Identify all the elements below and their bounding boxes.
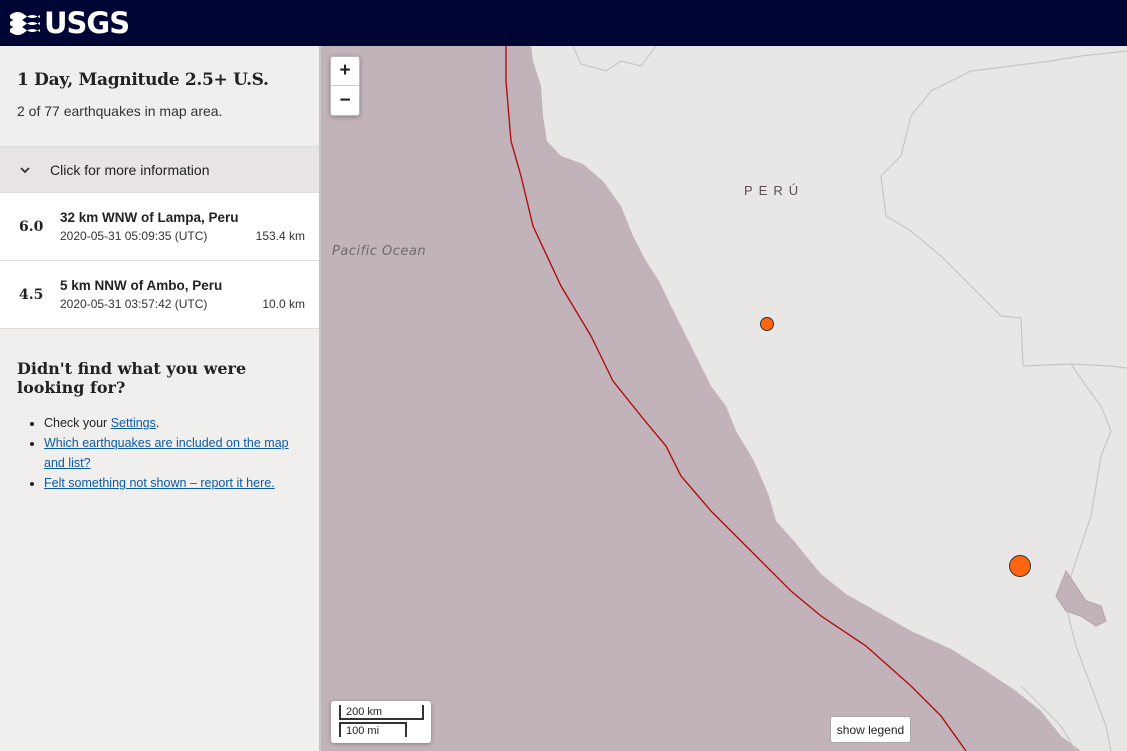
- earthquake-list: 6.0 32 km WNW of Lampa, Peru 2020-05-31 …: [0, 193, 319, 329]
- ocean-label: Pacific Ocean: [332, 244, 427, 259]
- site-header: USGS: [0, 0, 1127, 46]
- earthquake-marker[interactable]: [1009, 555, 1031, 577]
- help-section: Didn't find what you were looking for? C…: [0, 329, 319, 493]
- sidebar-header: 1 Day, Magnitude 2.5+ U.S. 2 of 77 earth…: [0, 46, 319, 146]
- scale-km-label: 200 km: [339, 705, 424, 720]
- help-item-prefix: Check your: [44, 416, 111, 430]
- scale-mi-label: 100 mi: [339, 722, 407, 737]
- earthquake-magnitude: 4.5: [19, 286, 44, 303]
- earthquake-list-item[interactable]: 4.5 5 km NNW of Ambo, Peru 2020-05-31 03…: [0, 261, 319, 329]
- zoom-out-button[interactable]: −: [331, 86, 359, 115]
- usgs-logo[interactable]: USGS: [10, 5, 130, 40]
- sidebar: 1 Day, Magnitude 2.5+ U.S. 2 of 77 earth…: [0, 46, 320, 751]
- help-item-included: Which earthquakes are included on the ma…: [44, 433, 302, 473]
- help-item-report: Felt something not shown – report it her…: [44, 473, 302, 493]
- map-basemap: [321, 46, 1127, 751]
- country-label: PERÚ: [744, 183, 805, 198]
- earthquake-marker[interactable]: [760, 317, 774, 331]
- earthquake-place: 32 km WNW of Lampa, Peru: [60, 210, 239, 225]
- feed-title: 1 Day, Magnitude 2.5+ U.S.: [17, 70, 269, 90]
- earthquake-time: 2020-05-31 03:57:42 (UTC): [60, 297, 208, 311]
- earthquake-depth: 153.4 km: [255, 229, 305, 243]
- help-item-settings: Check your Settings.: [44, 413, 302, 433]
- more-information-label: Click for more information: [50, 161, 210, 178]
- show-legend-button[interactable]: show legend: [830, 716, 911, 743]
- report-felt-link[interactable]: Felt something not shown – report it her…: [44, 476, 275, 490]
- earthquake-list-item[interactable]: 6.0 32 km WNW of Lampa, Peru 2020-05-31 …: [0, 193, 319, 261]
- usgs-wave-icon: [10, 9, 40, 37]
- earthquake-magnitude: 6.0: [19, 218, 44, 235]
- earthquake-depth: 10.0 km: [262, 297, 305, 311]
- earthquake-count: 2 of 77 earthquakes in map area.: [17, 103, 223, 119]
- zoom-in-button[interactable]: +: [331, 57, 359, 86]
- earthquake-time: 2020-05-31 05:09:35 (UTC): [60, 229, 208, 243]
- zoom-control: + −: [330, 56, 360, 116]
- earthquake-place: 5 km NNW of Ambo, Peru: [60, 278, 223, 293]
- more-information-toggle[interactable]: Click for more information: [0, 146, 319, 193]
- settings-link[interactable]: Settings: [111, 416, 156, 430]
- help-title: Didn't find what you were looking for?: [17, 359, 247, 397]
- help-list: Check your Settings. Which earthquakes a…: [17, 413, 302, 493]
- usgs-logo-text: USGS: [44, 5, 130, 40]
- help-item-suffix: .: [155, 416, 160, 430]
- scale-bar: 200 km 100 mi: [331, 701, 431, 743]
- included-earthquakes-link[interactable]: Which earthquakes are included on the ma…: [44, 436, 289, 470]
- chevron-down-icon: [20, 166, 30, 173]
- map-view[interactable]: + − Pacific Ocean PERÚ 200 km 100 mi sho…: [321, 46, 1127, 751]
